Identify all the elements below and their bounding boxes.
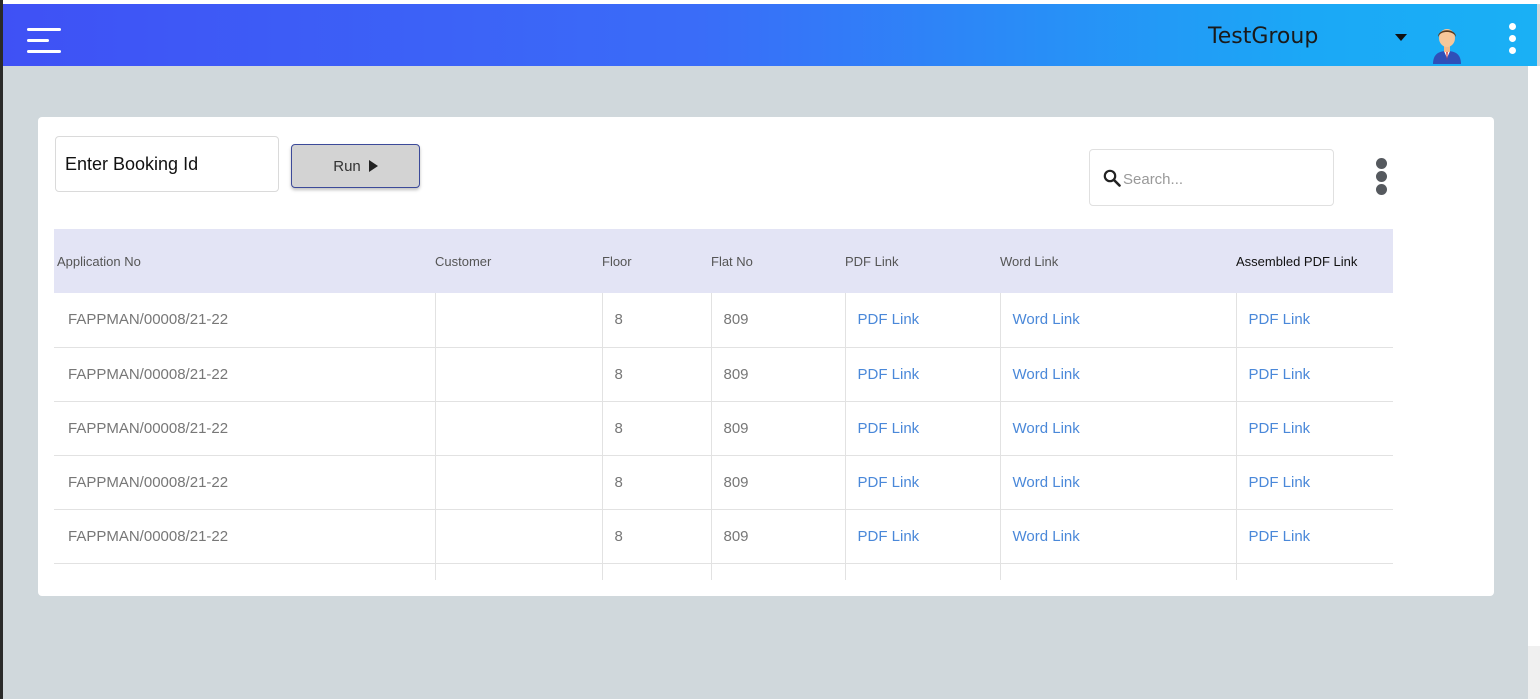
table-options-icon[interactable]	[1375, 157, 1389, 197]
column-header-customer[interactable]: Customer	[435, 229, 602, 293]
app-header: TestGroup	[3, 4, 1537, 66]
column-header-assembled-pdf-link[interactable]: Assembled PDF Link	[1236, 229, 1393, 293]
run-button-label: Run	[333, 157, 361, 175]
cell-empty	[999, 563, 1236, 580]
table-row: FAPPMAN/00008/21-22 8 809 PDF Link Word …	[54, 509, 1393, 564]
cell-empty	[601, 563, 711, 580]
column-header-floor[interactable]: Floor	[602, 229, 711, 293]
cell-floor: 8	[601, 401, 711, 456]
cell-floor: 8	[601, 455, 711, 510]
cell-floor: 8	[601, 293, 711, 348]
word-link[interactable]: Word Link	[999, 293, 1236, 348]
cell-application-no: FAPPMAN/00008/21-22	[54, 455, 435, 510]
report-card: Run Application No Customer Floor Flat N…	[38, 117, 1494, 596]
cell-floor: 8	[601, 347, 711, 402]
cell-customer	[434, 509, 602, 564]
cell-empty	[434, 563, 602, 580]
cell-application-no: FAPPMAN/00008/21-22	[54, 293, 435, 348]
cell-application-no: FAPPMAN/00008/21-22	[54, 347, 435, 402]
menu-icon[interactable]	[27, 26, 65, 58]
cell-flat-no: 809	[710, 293, 845, 348]
cell-empty	[710, 563, 845, 580]
cell-empty	[54, 563, 435, 580]
pdf-link[interactable]: PDF Link	[844, 455, 1000, 510]
cell-application-no: FAPPMAN/00008/21-22	[54, 509, 435, 564]
cell-application-no: FAPPMAN/00008/21-22	[54, 401, 435, 456]
assembled-pdf-link[interactable]: PDF Link	[1235, 401, 1393, 456]
run-button[interactable]: Run	[291, 144, 420, 188]
play-icon	[368, 160, 378, 172]
word-link[interactable]: Word Link	[999, 347, 1236, 402]
pdf-link[interactable]: PDF Link	[844, 347, 1000, 402]
cell-empty	[844, 563, 1000, 580]
cell-flat-no: 809	[710, 455, 845, 510]
word-link[interactable]: Word Link	[999, 455, 1236, 510]
table-row: FAPPMAN/00008/21-22 8 809 PDF Link Word …	[54, 455, 1393, 510]
column-header-application-no[interactable]: Application No	[54, 229, 435, 293]
assembled-pdf-link[interactable]: PDF Link	[1235, 347, 1393, 402]
column-header-flat-no[interactable]: Flat No	[711, 229, 845, 293]
scrollbar-track[interactable]	[1528, 66, 1540, 646]
assembled-pdf-link[interactable]: PDF Link	[1235, 455, 1393, 510]
cell-customer	[434, 293, 602, 348]
cell-flat-no: 809	[710, 509, 845, 564]
more-vert-icon[interactable]	[1507, 23, 1519, 55]
group-name[interactable]: TestGroup	[1208, 24, 1318, 49]
table-header-row: Application No Customer Floor Flat No PD…	[54, 229, 1393, 293]
results-table-container[interactable]: Application No Customer Floor Flat No PD…	[54, 229, 1393, 580]
word-link[interactable]: Word Link	[999, 401, 1236, 456]
column-header-pdf-link[interactable]: PDF Link	[845, 229, 1000, 293]
table-row: FAPPMAN/00008/21-22 8 809 PDF Link Word …	[54, 401, 1393, 456]
booking-id-input[interactable]	[55, 136, 279, 192]
cell-floor: 8	[601, 509, 711, 564]
cell-customer	[434, 347, 602, 402]
results-table: Application No Customer Floor Flat No PD…	[54, 229, 1393, 580]
caret-down-icon[interactable]	[1395, 34, 1407, 41]
pdf-link[interactable]: PDF Link	[844, 293, 1000, 348]
table-row: FAPPMAN/00008/21-22 8 809 PDF Link Word …	[54, 293, 1393, 348]
table-row-partial	[54, 563, 1393, 580]
pdf-link[interactable]: PDF Link	[844, 509, 1000, 564]
search-input[interactable]	[1121, 164, 1325, 194]
search-box[interactable]	[1089, 149, 1334, 206]
assembled-pdf-link[interactable]: PDF Link	[1235, 509, 1393, 564]
cell-flat-no: 809	[710, 401, 845, 456]
avatar-icon[interactable]	[1430, 24, 1464, 64]
cell-customer	[434, 401, 602, 456]
search-icon	[1103, 169, 1121, 187]
word-link[interactable]: Word Link	[999, 509, 1236, 564]
window-left-edge	[0, 0, 3, 699]
assembled-pdf-link[interactable]: PDF Link	[1235, 293, 1393, 348]
scrollbar-lower	[1528, 646, 1540, 699]
column-header-word-link[interactable]: Word Link	[1000, 229, 1236, 293]
cell-flat-no: 809	[710, 347, 845, 402]
cell-empty	[1235, 563, 1393, 580]
cell-customer	[434, 455, 602, 510]
pdf-link[interactable]: PDF Link	[844, 401, 1000, 456]
table-row: FAPPMAN/00008/21-22 8 809 PDF Link Word …	[54, 347, 1393, 402]
